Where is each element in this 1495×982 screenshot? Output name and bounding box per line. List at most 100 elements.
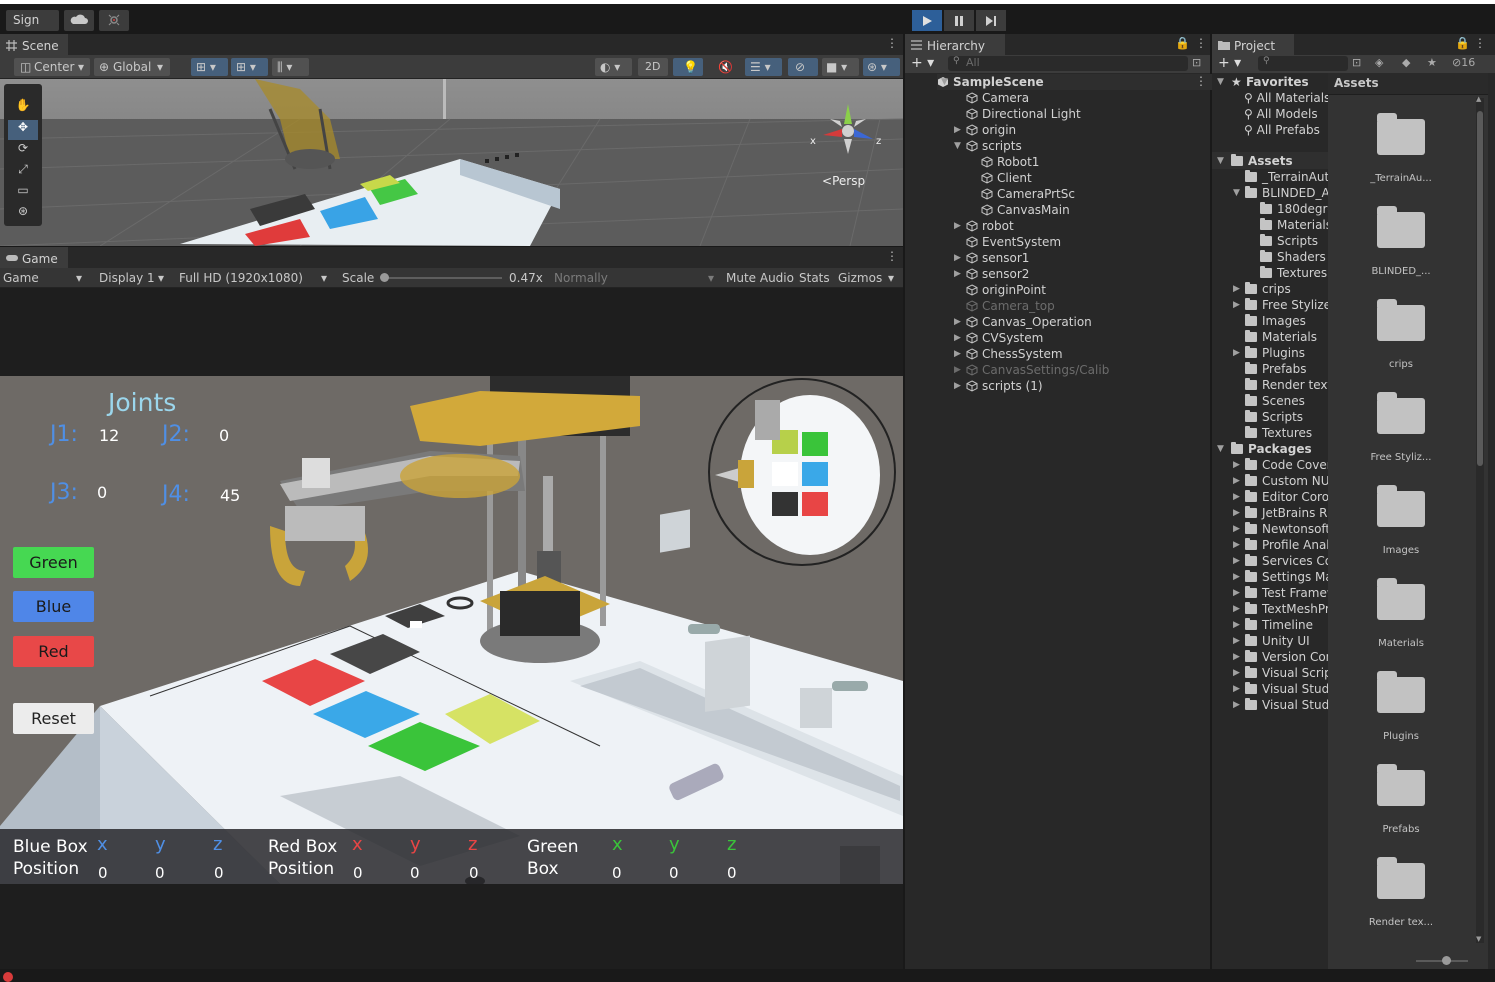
asset-folder[interactable]: Images xyxy=(1361,485,1441,556)
reset-button[interactable]: Reset xyxy=(13,703,94,734)
hierarchy-item[interactable]: EventSystem xyxy=(966,234,1061,250)
red-button[interactable]: Red xyxy=(13,636,94,667)
package-item[interactable]: Services Core xyxy=(1245,553,1328,569)
expand-arrow-icon[interactable]: ▼ xyxy=(941,77,948,87)
expand-arrow-icon[interactable]: ▶ xyxy=(954,333,961,343)
asset-folder[interactable]: BLINDED_... xyxy=(1361,206,1441,277)
persp-label[interactable]: <Persp xyxy=(822,174,865,188)
expand-arrow-icon[interactable]: ▶ xyxy=(1233,492,1240,502)
lock-icon[interactable]: 🔒 xyxy=(1175,36,1190,50)
add-icon[interactable]: + ▾ xyxy=(911,55,934,71)
step-button[interactable] xyxy=(976,10,1006,31)
expand-arrow-icon[interactable]: ▶ xyxy=(1233,700,1240,710)
expand-arrow-icon[interactable]: ▶ xyxy=(1233,668,1240,678)
expand-arrow-icon[interactable]: ▶ xyxy=(954,349,961,359)
game-view-dropdown[interactable]: Game xyxy=(3,269,39,287)
folder-item[interactable]: crips xyxy=(1245,281,1291,297)
folder-item[interactable]: _TerrainAutoUpgrade xyxy=(1245,169,1328,185)
hierarchy-item[interactable]: CanvasMain xyxy=(981,202,1070,218)
package-item[interactable]: Version Control xyxy=(1245,649,1328,665)
asset-folder[interactable]: Prefabs xyxy=(1361,764,1441,835)
tab-project[interactable]: Project xyxy=(1212,34,1294,55)
hierarchy-item[interactable]: sensor1 xyxy=(966,250,1029,266)
folder-item[interactable]: Scenes xyxy=(1245,393,1305,409)
package-item[interactable]: Unity UI xyxy=(1245,633,1310,649)
transform-tool-icon[interactable]: ⊛ xyxy=(8,204,38,224)
scale-slider[interactable] xyxy=(382,277,502,279)
expand-arrow-icon[interactable]: ▶ xyxy=(1233,348,1240,358)
tab-game[interactable]: Game xyxy=(0,247,68,268)
expand-arrow-icon[interactable]: ▶ xyxy=(1233,300,1240,310)
expand-arrow-icon[interactable]: ▶ xyxy=(1233,588,1240,598)
package-item[interactable]: Test Framework xyxy=(1245,585,1328,601)
display-dropdown[interactable]: Display 1 xyxy=(99,269,155,287)
hierarchy-item[interactable]: CVSystem xyxy=(966,330,1043,346)
expand-arrow-icon[interactable]: ▶ xyxy=(954,381,961,391)
hierarchy-item[interactable]: Robot1 xyxy=(981,154,1039,170)
hierarchy-search-input[interactable]: ⚲ All xyxy=(948,56,1188,71)
play-button[interactable] xyxy=(912,10,942,31)
filter-type-icon[interactable]: ◈ xyxy=(1375,56,1383,69)
folder-item[interactable]: Render textures xyxy=(1245,377,1328,393)
collapse-arrow-icon[interactable]: ▼ xyxy=(1217,444,1224,454)
breadcrumb-assets[interactable]: Assets xyxy=(1334,76,1379,90)
add-asset-icon[interactable]: + ▾ xyxy=(1218,55,1241,71)
hierarchy-item[interactable]: origin xyxy=(966,122,1016,138)
asset-folder[interactable]: Plugins xyxy=(1361,671,1441,742)
folder-item[interactable]: Free Stylized xyxy=(1245,297,1328,313)
move-tool-icon[interactable]: ✥ xyxy=(8,120,38,140)
folder-item[interactable]: Materials xyxy=(1260,217,1328,233)
project-search-input[interactable]: ⚲ xyxy=(1258,56,1348,71)
package-item[interactable]: Editor Coroutines xyxy=(1245,489,1328,505)
hidden-packages-icon[interactable]: ⊘16 xyxy=(1452,56,1475,69)
hierarchy-item[interactable]: CanvasSettings/Calib xyxy=(966,362,1109,378)
assets-header[interactable]: Assets xyxy=(1231,153,1293,169)
orientation-gizmo[interactable] xyxy=(808,99,888,159)
hierarchy-item[interactable]: CameraPrtSc xyxy=(981,186,1075,202)
expand-arrow-icon[interactable]: ▶ xyxy=(1233,476,1240,486)
folder-item[interactable]: Shaders xyxy=(1260,249,1326,265)
scroll-down-icon[interactable]: ▼ xyxy=(1476,935,1481,943)
package-item[interactable]: Settings Manager xyxy=(1245,569,1328,585)
packages-header[interactable]: Packages xyxy=(1231,441,1312,457)
expand-arrow-icon[interactable]: ▶ xyxy=(1233,636,1240,646)
collapse-arrow-icon[interactable]: ▼ xyxy=(954,141,961,151)
hierarchy-item[interactable]: sensor2 xyxy=(966,266,1029,282)
folder-item[interactable]: Materials xyxy=(1245,329,1317,345)
game-menu-icon[interactable]: ⋮ xyxy=(886,249,898,263)
asset-folder[interactable]: crips xyxy=(1361,299,1441,370)
game-render[interactable]: Joints J1: 12 J2: 0 J3: 0 J4: 45 Green B… xyxy=(0,376,903,884)
package-item[interactable]: Visual Studio xyxy=(1245,697,1328,713)
expand-arrow-icon[interactable]: ▶ xyxy=(1233,572,1240,582)
scroll-up-icon[interactable]: ▲ xyxy=(1476,95,1481,103)
vsync-dropdown[interactable]: Normally xyxy=(554,269,608,287)
search-options-icon[interactable]: ⊡ xyxy=(1192,56,1201,69)
scene-menu-icon[interactable]: ⋮ xyxy=(886,36,898,50)
scene-menu-icon[interactable]: ⋮ xyxy=(1195,74,1207,88)
tab-scene[interactable]: Scene xyxy=(0,34,68,55)
audio-icon[interactable]: 🔇 xyxy=(718,58,733,76)
package-item[interactable]: JetBrains Rider xyxy=(1245,505,1328,521)
favorite-item[interactable]: ⚲ All Prefabs xyxy=(1244,122,1320,138)
scene-viewport[interactable]: ✋ ✥ ⟳ ⤢ ▭ ⊛ x z <Persp xyxy=(0,79,903,246)
expand-arrow-icon[interactable]: ▶ xyxy=(1233,684,1240,694)
icon-size-thumb[interactable] xyxy=(1442,956,1451,965)
cloud-button[interactable] xyxy=(64,10,94,31)
package-item[interactable]: Timeline xyxy=(1245,617,1313,633)
rotate-tool-icon[interactable]: ⟳ xyxy=(8,141,38,161)
stats-toggle[interactable]: Stats xyxy=(799,269,830,287)
hierarchy-item[interactable]: Camera xyxy=(966,90,1029,106)
asset-folder[interactable]: Render tex... xyxy=(1361,857,1441,928)
lock-icon[interactable]: 🔒 xyxy=(1455,36,1470,50)
pause-button[interactable] xyxy=(944,10,974,31)
folder-item[interactable]: Textures xyxy=(1245,425,1312,441)
grid-scrollbar-thumb[interactable] xyxy=(1477,111,1483,466)
rect-tool-icon[interactable]: ▭ xyxy=(8,183,38,203)
expand-arrow-icon[interactable]: ▶ xyxy=(1233,284,1240,294)
asset-folder[interactable]: _TerrainAu... xyxy=(1361,113,1441,184)
expand-arrow-icon[interactable]: ▶ xyxy=(954,269,961,279)
folder-item[interactable]: Plugins xyxy=(1245,345,1305,361)
expand-arrow-icon[interactable]: ▶ xyxy=(1233,604,1240,614)
collapse-arrow-icon[interactable]: ▼ xyxy=(1217,77,1224,87)
mute-audio-toggle[interactable]: Mute Audio xyxy=(726,269,794,287)
